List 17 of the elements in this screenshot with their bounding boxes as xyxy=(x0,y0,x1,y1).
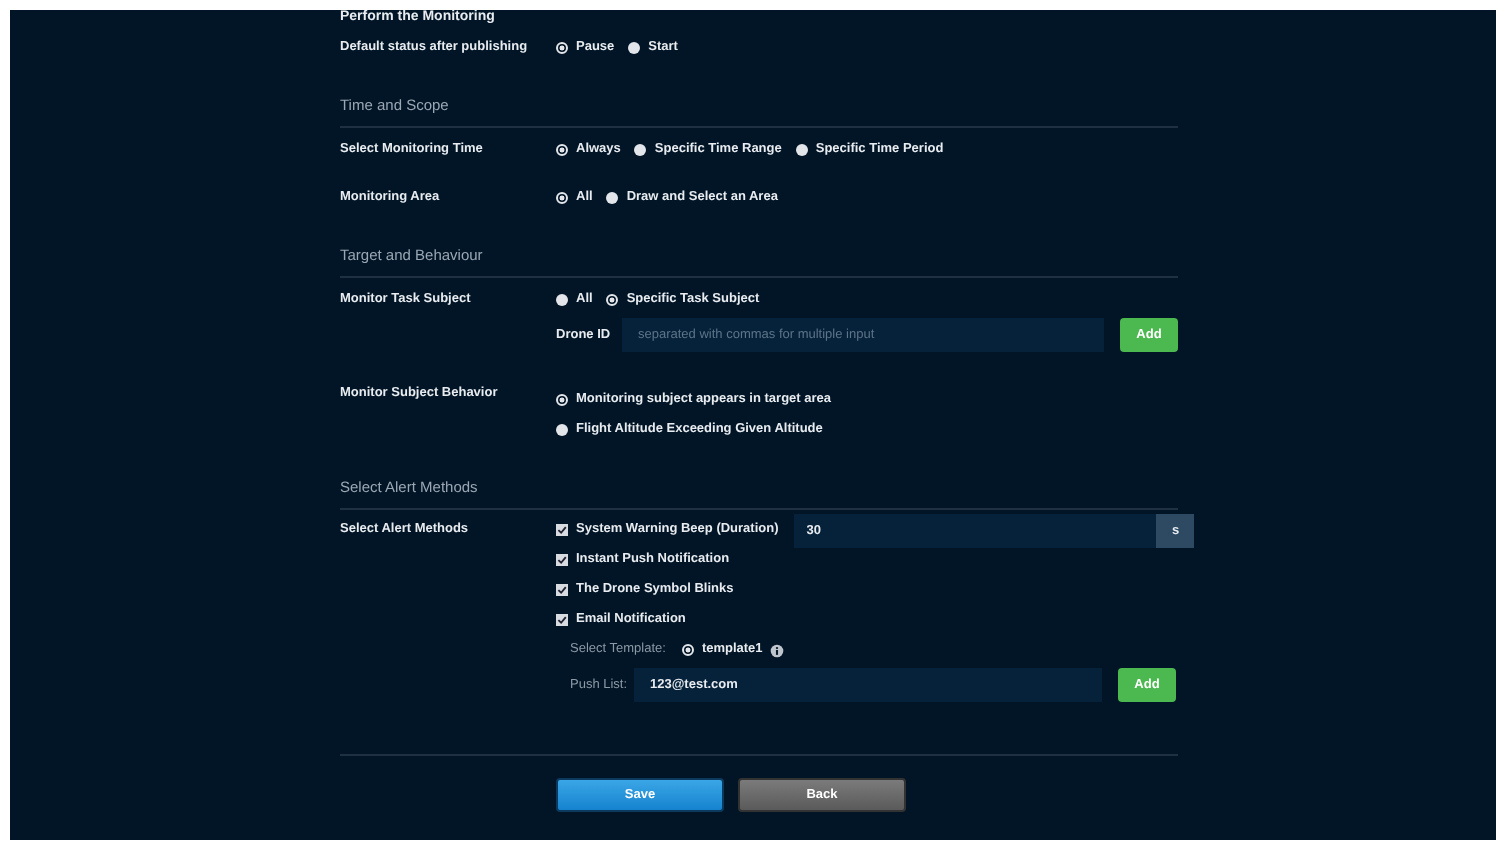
checked-checkbox[interactable] xyxy=(556,524,568,536)
radio-button[interactable] xyxy=(681,644,694,656)
radio-button[interactable] xyxy=(556,192,568,204)
radio-button[interactable] xyxy=(556,424,568,436)
radio-button[interactable] xyxy=(606,294,619,306)
checked-checkbox[interactable] xyxy=(556,554,568,566)
radio-button[interactable] xyxy=(606,192,619,204)
radio-button[interactable] xyxy=(556,294,568,306)
radio-button[interactable] xyxy=(556,42,568,54)
radio-button[interactable] xyxy=(628,42,641,54)
radio-button[interactable] xyxy=(556,394,568,406)
checked-checkbox[interactable] xyxy=(556,614,568,626)
checked-checkbox[interactable] xyxy=(556,584,568,596)
info-icon[interactable] xyxy=(770,643,785,657)
radio-button[interactable] xyxy=(795,144,808,156)
radio-button[interactable] xyxy=(634,144,647,156)
radio-button[interactable] xyxy=(556,144,568,156)
